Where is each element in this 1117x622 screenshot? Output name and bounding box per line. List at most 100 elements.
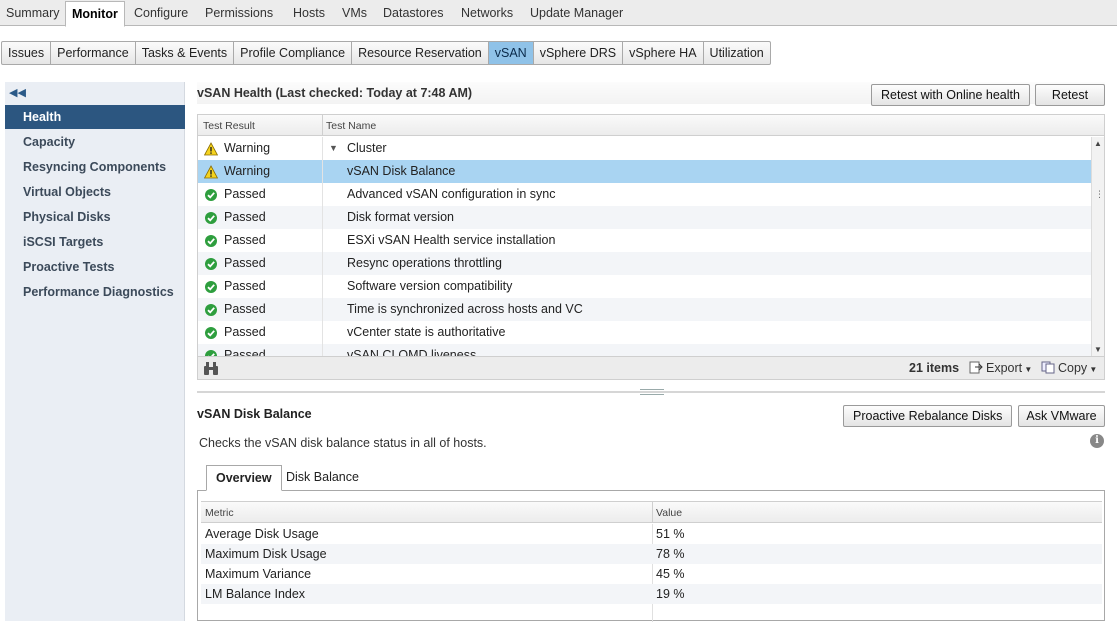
subtab-performance[interactable]: Performance <box>51 42 136 64</box>
cell-divider <box>322 321 323 344</box>
grid-footer: 21 items Export ▼ Copy ▼ <box>198 356 1104 379</box>
cell-divider <box>322 206 323 229</box>
subtab-tasks-events[interactable]: Tasks & Events <box>136 42 235 64</box>
test-result: Passed <box>224 210 266 224</box>
info-icon[interactable]: i <box>1090 434 1104 448</box>
metric-name: Maximum Variance <box>205 567 312 581</box>
cell-divider <box>322 275 323 298</box>
table-row[interactable]: Maximum Disk Usage 78 % <box>201 544 1102 564</box>
table-row[interactable]: Passed Disk format version <box>198 206 1091 229</box>
column-header-metric[interactable]: Metric <box>205 507 234 519</box>
test-name: Software version compatibility <box>347 279 513 293</box>
subtab-utilization[interactable]: Utilization <box>704 42 770 64</box>
nav-item-iscsi-targets[interactable]: iSCSI Targets <box>5 230 185 254</box>
subtab-profile-compliance[interactable]: Profile Compliance <box>234 42 353 64</box>
table-row[interactable]: Passed Time is synchronized across hosts … <box>198 298 1091 321</box>
subtab-issues[interactable]: Issues <box>2 42 52 64</box>
subtab-vsphere-ha[interactable]: vSphere HA <box>623 42 704 64</box>
test-result: Passed <box>224 256 266 270</box>
export-icon <box>969 361 983 374</box>
cell-divider <box>322 229 323 252</box>
binoculars-icon[interactable] <box>203 361 219 376</box>
scroll-up-icon[interactable]: ▲ <box>1094 139 1102 148</box>
item-count: 21 items <box>909 361 960 375</box>
warning-icon <box>204 142 218 156</box>
column-header-test-name[interactable]: Test Name <box>326 120 376 132</box>
test-result: Warning <box>224 141 271 155</box>
metric-name: LM Balance Index <box>205 587 306 601</box>
tab-overview[interactable]: Overview <box>206 465 282 491</box>
table-row[interactable]: Passed vSAN CLOMD liveness <box>198 344 1091 356</box>
export-label: Export <box>986 361 1023 375</box>
column-divider[interactable] <box>322 115 323 136</box>
nav-item-capacity[interactable]: Capacity <box>5 130 185 154</box>
tab-summary[interactable]: Summary <box>0 0 65 26</box>
copy-label: Copy <box>1058 361 1088 375</box>
metric-name: Maximum Disk Usage <box>205 547 327 561</box>
table-row[interactable]: Warning vSAN Disk Balance <box>198 160 1091 183</box>
metric-table-header: Metric Value <box>201 501 1102 523</box>
health-title: vSAN Health (Last checked: Today at 7:48… <box>197 86 473 100</box>
subtab-resource-reservation[interactable]: Resource Reservation <box>352 42 489 64</box>
table-row[interactable]: Passed Advanced vSAN configuration in syn… <box>198 183 1091 206</box>
test-result: Passed <box>224 233 266 247</box>
table-row[interactable]: LM Balance Index 19 % <box>201 584 1102 604</box>
tab-networks[interactable]: Networks <box>455 0 519 26</box>
test-name: vCenter state is authoritative <box>347 325 506 339</box>
nav-item-performance-diagnostics[interactable]: Performance Diagnostics <box>5 280 185 304</box>
tab-permissions[interactable]: Permissions <box>199 0 279 26</box>
table-row[interactable]: Passed vCenter state is authoritative <box>198 321 1091 344</box>
table-row[interactable]: Passed ESXi vSAN Health service installat… <box>198 229 1091 252</box>
retest-online-health-button[interactable]: Retest with Online health <box>871 84 1030 106</box>
tab-update-manager[interactable]: Update Manager <box>524 0 629 26</box>
subtab-vsan[interactable]: vSAN <box>488 42 534 64</box>
sub-tab-bar: Issues Performance Tasks & Events Profil… <box>1 41 771 65</box>
test-name: vSAN Disk Balance <box>347 164 456 178</box>
column-header-test-result[interactable]: Test Result <box>203 120 255 132</box>
detail-title-text: vSAN Disk Balance <box>197 407 312 421</box>
nav-item-virtual-objects[interactable]: Virtual Objects <box>5 180 185 204</box>
test-name: Cluster <box>347 141 387 155</box>
test-name: Advanced vSAN configuration in sync <box>347 187 556 201</box>
table-row[interactable]: Average Disk Usage 51 % <box>201 524 1102 544</box>
splitter-grip-icon[interactable] <box>640 389 664 395</box>
column-divider[interactable] <box>652 502 653 523</box>
retest-button[interactable]: Retest <box>1035 84 1105 106</box>
nav-item-proactive-tests[interactable]: Proactive Tests <box>5 255 185 279</box>
collapse-triangle-icon[interactable]: ▼ <box>329 137 338 160</box>
check-circle-icon <box>205 327 217 339</box>
test-result: Passed <box>224 187 266 201</box>
nav-item-health[interactable]: Health <box>5 105 185 129</box>
grid-rows: Warning ▼ Cluster Warning vSAN Disk Balance P… <box>198 137 1091 356</box>
check-circle-icon <box>205 304 217 316</box>
export-menu[interactable]: Export ▼ <box>969 361 1032 375</box>
table-row[interactable]: Maximum Variance 45 % <box>201 564 1102 584</box>
scroll-down-icon[interactable]: ▼ <box>1094 345 1102 354</box>
double-chevron-left-icon[interactable]: ◀◀ <box>9 86 26 100</box>
ask-vmware-button[interactable]: Ask VMware <box>1018 405 1105 427</box>
test-result: Warning <box>224 164 271 178</box>
scroll-grip-icon[interactable]: ⋮⋮ <box>1095 189 1104 200</box>
grid-header: Test Result Test Name <box>198 115 1104 136</box>
nav-item-resyncing-components[interactable]: Resyncing Components <box>5 155 185 179</box>
metric-value: 78 % <box>656 547 685 561</box>
vertical-scrollbar[interactable]: ▲ ⋮⋮ ▼ <box>1091 137 1104 356</box>
table-row[interactable]: Passed Software version compatibility <box>198 275 1091 298</box>
copy-icon <box>1041 361 1055 374</box>
column-header-value[interactable]: Value <box>656 507 682 519</box>
table-row[interactable]: Passed Resync operations throttling <box>198 252 1091 275</box>
subtab-vsphere-drs[interactable]: vSphere DRS <box>534 42 624 64</box>
check-circle-icon <box>205 281 217 293</box>
test-result: Passed <box>224 348 266 356</box>
tab-hosts[interactable]: Hosts <box>287 0 331 26</box>
tab-datastores[interactable]: Datastores <box>377 0 449 26</box>
test-result: Passed <box>224 302 266 316</box>
tab-vms[interactable]: VMs <box>336 0 373 26</box>
proactive-rebalance-button[interactable]: Proactive Rebalance Disks <box>843 405 1013 427</box>
tab-disk-balance[interactable]: Disk Balance <box>277 465 368 491</box>
tab-monitor[interactable]: Monitor <box>65 1 125 27</box>
copy-menu[interactable]: Copy ▼ <box>1041 361 1097 375</box>
nav-item-physical-disks[interactable]: Physical Disks <box>5 205 185 229</box>
tab-configure[interactable]: Configure <box>128 0 194 26</box>
table-row[interactable]: Warning ▼ Cluster <box>198 137 1091 160</box>
